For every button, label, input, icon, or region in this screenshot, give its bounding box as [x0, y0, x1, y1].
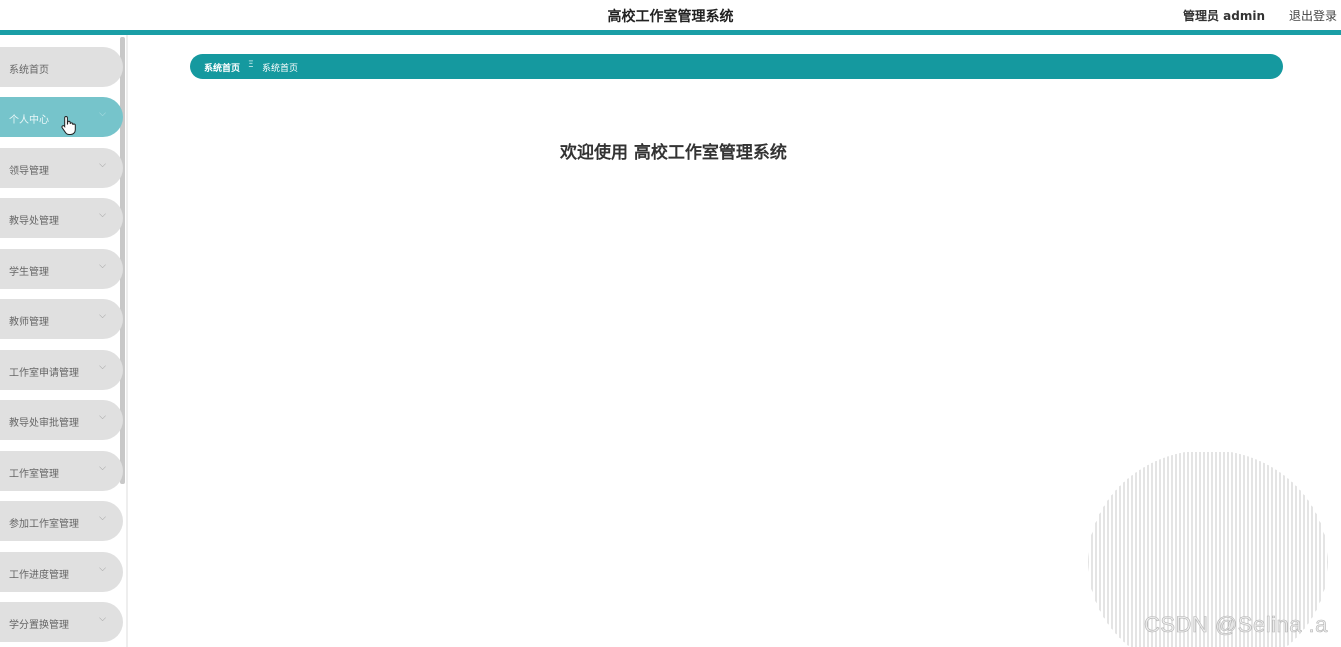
- chevron-down-icon: ⌵: [99, 412, 106, 422]
- sidebar: 系统首页 个人中心 ⌵ 领导管理 ⌵ 教导处管理 ⌵ 学生管理 ⌵ 教师管理 ⌵…: [0, 35, 128, 647]
- watermark-text: CSDN @Selina .a: [1144, 612, 1328, 638]
- breadcrumb-current: 系统首页: [262, 64, 299, 74]
- chevron-down-icon: ⌵: [99, 109, 106, 119]
- chevron-down-icon: ⌵: [99, 614, 106, 624]
- admin-user-label: 管理员 admin: [1182, 9, 1265, 23]
- sidebar-item-credit-exchange[interactable]: 学分置换管理 ⌵: [0, 602, 123, 642]
- sidebar-item-label: 教导处管理: [9, 216, 59, 227]
- app-title: 高校工作室管理系统: [607, 9, 734, 25]
- sidebar-item-label: 工作室申请管理: [9, 368, 79, 379]
- sidebar-divider: [126, 35, 128, 647]
- sidebar-item-label: 教师管理: [9, 317, 49, 328]
- welcome-heading: 欢迎使用 高校工作室管理系统: [560, 143, 787, 163]
- sidebar-item-label: 个人中心: [9, 115, 49, 126]
- chevron-down-icon: ⌵: [99, 311, 106, 321]
- chevron-down-icon: ⌵: [99, 463, 106, 473]
- sidebar-item-label: 领导管理: [9, 166, 49, 177]
- chevron-down-icon: ⌵: [99, 362, 106, 372]
- chevron-down-icon: ⌵: [99, 564, 106, 574]
- sidebar-item-students[interactable]: 学生管理 ⌵: [0, 249, 123, 289]
- sidebar-item-label: 教导处审批管理: [9, 418, 79, 429]
- hand-pointer-icon: [61, 115, 76, 135]
- sidebar-item-work-progress[interactable]: 工作进度管理 ⌵: [0, 552, 123, 592]
- sidebar-item-join-studio[interactable]: 参加工作室管理 ⌵: [0, 501, 123, 541]
- sidebar-item-label: 系统首页: [9, 65, 49, 76]
- chevron-down-icon: ⌵: [99, 160, 106, 170]
- logout-link[interactable]: 退出登录: [1289, 7, 1337, 24]
- chevron-down-icon: ⌵: [99, 210, 106, 220]
- sidebar-item-home[interactable]: 系统首页: [0, 47, 123, 87]
- sidebar-item-label: 工作进度管理: [9, 570, 69, 581]
- sidebar-item-label: 参加工作室管理: [9, 519, 79, 530]
- sidebar-item-studio-applications[interactable]: 工作室申请管理 ⌵: [0, 350, 123, 390]
- sidebar-item-studios[interactable]: 工作室管理 ⌵: [0, 451, 123, 491]
- chevron-down-icon: ⌵: [99, 513, 106, 523]
- header-accent-line: [0, 30, 1341, 35]
- breadcrumb: 系统首页 Ξ 系统首页: [190, 54, 1283, 79]
- header-bar: 高校工作室管理系统 管理员 admin 退出登录: [0, 0, 1341, 30]
- chevron-down-icon: ⌵: [99, 261, 106, 271]
- sidebar-item-label: 学生管理: [9, 267, 49, 278]
- sidebar-item-academic-office[interactable]: 教导处管理 ⌵: [0, 198, 123, 238]
- breadcrumb-home-link[interactable]: 系统首页: [204, 61, 240, 74]
- sidebar-item-leaders[interactable]: 领导管理 ⌵: [0, 148, 123, 188]
- sidebar-item-label: 学分置换管理: [9, 620, 69, 631]
- sidebar-item-teachers[interactable]: 教师管理 ⌵: [0, 299, 123, 339]
- sidebar-item-office-approvals[interactable]: 教导处审批管理 ⌵: [0, 400, 123, 440]
- sidebar-item-label: 工作室管理: [9, 469, 59, 480]
- breadcrumb-separator-icon: Ξ: [248, 60, 254, 70]
